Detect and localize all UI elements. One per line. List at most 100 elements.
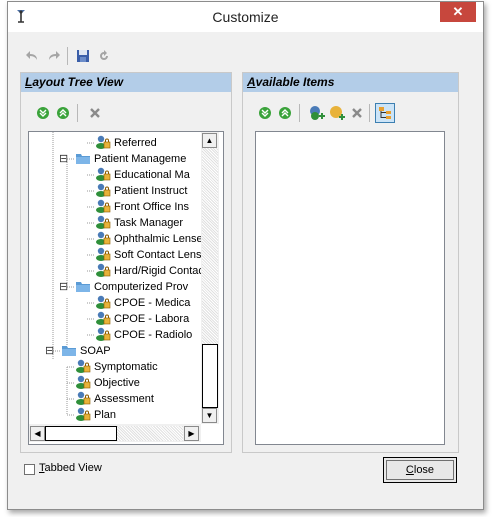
tree-node-label: Plan	[94, 409, 117, 421]
undo-icon[interactable]	[24, 48, 40, 64]
window-title: Customize	[212, 9, 279, 25]
tree-node-label: CPOE - Labora	[114, 313, 190, 325]
tree-node[interactable]: CPOE - Medica	[95, 295, 190, 311]
scroll-track	[202, 148, 218, 344]
folder-icon	[75, 151, 91, 165]
tree-node[interactable]: Front Office Ins	[95, 199, 189, 215]
tree-node[interactable]: Objective	[75, 375, 140, 391]
close-button[interactable]: Close	[383, 457, 457, 483]
tree-node[interactable]: Educational Ma	[95, 167, 190, 183]
delete-icon[interactable]	[349, 105, 365, 121]
tree-vertical-scrollbar[interactable]: ▲ ▼	[201, 132, 219, 424]
tree-node-label: Front Office Ins	[114, 201, 189, 213]
available-items-title: vailable Items	[255, 75, 335, 89]
user-lock-icon	[95, 199, 111, 213]
tabbed-view-checkbox[interactable]	[24, 464, 35, 475]
tree-node-label: Patient Manageme	[94, 153, 187, 165]
available-items-panel: Available Items	[242, 72, 459, 453]
user-lock-icon	[95, 263, 111, 277]
folder-icon	[75, 279, 91, 293]
title-bar: Customize ✕	[8, 2, 483, 32]
layout-tree-listbox[interactable]: Referred ⊟ Patient Manageme Educational Ma P…	[28, 131, 224, 445]
user-lock-icon	[75, 391, 91, 405]
tree-node[interactable]: ⊟ Patient Manageme	[59, 151, 187, 167]
user-lock-icon	[95, 327, 111, 341]
refresh-icon[interactable]	[96, 48, 112, 64]
expand-all-icon[interactable]	[257, 105, 273, 121]
user-lock-icon	[75, 359, 91, 373]
collapse-all-icon[interactable]	[277, 105, 293, 121]
expander-icon[interactable]: ⊟	[59, 279, 70, 295]
tree-node[interactable]: Symptomatic	[75, 359, 158, 375]
layout-tree-header: Layout Tree View	[21, 73, 231, 92]
available-items-listbox[interactable]	[255, 131, 445, 445]
tree-node[interactable]: Soft Contact Lense	[95, 247, 208, 263]
tree-node[interactable]: CPOE - Labora	[95, 311, 189, 327]
tabbed-view-text: abbed View	[44, 462, 102, 474]
user-lock-icon	[95, 231, 111, 245]
delete-icon[interactable]	[87, 105, 103, 121]
window-close-button[interactable]: ✕	[440, 2, 476, 22]
expander-icon[interactable]: ⊟	[45, 343, 56, 359]
collapse-all-icon[interactable]	[55, 105, 71, 121]
tree-node-label: Educational Ma	[114, 169, 190, 181]
tree-node-label: Ophthalmic Lenses	[114, 233, 209, 245]
panel-toolbar-separator	[369, 104, 370, 122]
available-items-header: Available Items	[243, 73, 458, 92]
folder-icon	[61, 343, 77, 357]
tree-node-label: Objective	[94, 377, 140, 389]
add-item-icon[interactable]	[309, 105, 325, 121]
redo-icon[interactable]	[46, 48, 62, 64]
user-lock-icon	[95, 167, 111, 181]
save-icon[interactable]	[75, 48, 91, 64]
tree-horizontal-scrollbar[interactable]: ◀ ▶	[29, 424, 201, 442]
tree-node[interactable]: Patient Instruct	[95, 183, 187, 199]
close-button-text: lose	[413, 464, 435, 476]
tree-node-label: Symptomatic	[94, 361, 158, 373]
tree-node-label: Soft Contact Lense	[114, 249, 208, 261]
tree-node-label: CPOE - Radiolo	[114, 329, 193, 341]
tree-node-label: Assessment	[94, 393, 154, 405]
expand-all-icon[interactable]	[35, 105, 51, 121]
tree-node-label: Referred	[114, 137, 157, 149]
tree-node-label: Task Manager	[114, 217, 184, 229]
panel-toolbar-separator	[299, 104, 300, 122]
tree-node[interactable]: Assessment	[75, 391, 154, 407]
tree-node[interactable]: ⊟ Computerized Prov	[59, 279, 189, 295]
hscroll-thumb[interactable]	[45, 426, 117, 441]
tree-node[interactable]: Referred	[95, 135, 157, 151]
tree-node[interactable]: Plan	[75, 407, 116, 423]
user-lock-icon	[95, 311, 111, 325]
hscroll-track	[117, 426, 183, 441]
user-lock-icon	[95, 295, 111, 309]
scroll-right-button[interactable]: ▶	[184, 426, 199, 441]
tree-node[interactable]: CPOE - Radiolo	[95, 327, 192, 343]
add-group-icon[interactable]	[329, 105, 345, 121]
expander-icon[interactable]: ⊟	[59, 151, 70, 167]
user-lock-icon	[95, 135, 111, 149]
user-lock-icon	[95, 215, 111, 229]
scroll-down-button[interactable]: ▼	[202, 408, 217, 423]
user-lock-icon	[75, 375, 91, 389]
tree-node[interactable]: ⊟ SOAP	[45, 343, 111, 359]
tree-node[interactable]: Ophthalmic Lenses	[95, 231, 208, 247]
layout-tree-title: ayout Tree View	[32, 75, 124, 89]
tree-node-label: Computerized Prov	[94, 281, 189, 293]
tree-view-icon[interactable]	[375, 103, 395, 123]
panel-toolbar-separator	[77, 104, 78, 122]
scroll-up-button[interactable]: ▲	[202, 133, 217, 148]
user-lock-icon	[95, 183, 111, 197]
user-lock-icon	[75, 407, 91, 421]
close-button-label: Close	[406, 464, 434, 476]
tree-node-label: CPOE - Medica	[114, 297, 191, 309]
tree-node-label: Hard/Rigid Contac	[114, 265, 204, 277]
tree-node-label: Patient Instruct	[114, 185, 188, 197]
scroll-left-button[interactable]: ◀	[30, 426, 45, 441]
toolbar-separator	[67, 47, 68, 65]
tree-node[interactable]: Hard/Rigid Contac	[95, 263, 204, 279]
close-button-accel: C	[405, 464, 414, 476]
layout-tree-panel: Layout Tree View Referred ⊟ Patient Manage…	[20, 72, 232, 453]
scroll-thumb[interactable]	[202, 344, 218, 408]
user-lock-icon	[95, 247, 111, 261]
tree-node[interactable]: Task Manager	[95, 215, 183, 231]
